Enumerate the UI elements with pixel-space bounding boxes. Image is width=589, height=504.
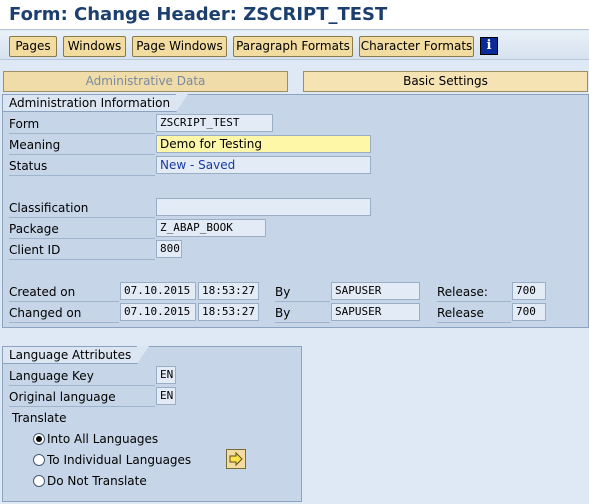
created-by-label: By bbox=[275, 282, 330, 302]
changed-date-field[interactable]: 07.10.2015 bbox=[120, 303, 196, 321]
status-label: Status bbox=[9, 156, 155, 176]
created-release-field[interactable]: 700 bbox=[512, 282, 546, 300]
pages-button[interactable]: Pages bbox=[9, 36, 57, 57]
radio-into-all-languages[interactable] bbox=[33, 433, 45, 445]
radio-to-individual-languages[interactable] bbox=[33, 454, 45, 466]
changed-by-field[interactable]: SAPUSER bbox=[331, 303, 420, 321]
radio-do-not-translate-label[interactable]: Do Not Translate bbox=[47, 471, 147, 491]
language-key-label: Language Key bbox=[9, 366, 155, 386]
changed-on-label: Changed on bbox=[9, 303, 119, 323]
language-attributes-title: Language Attributes bbox=[3, 346, 150, 364]
tab-basic-settings[interactable]: Basic Settings bbox=[303, 71, 588, 92]
changed-release-label: Release bbox=[437, 303, 511, 323]
original-language-label: Original language bbox=[9, 387, 155, 407]
radio-do-not-translate[interactable] bbox=[33, 475, 45, 487]
changed-by-label: By bbox=[275, 303, 330, 323]
title-bar: Form: Change Header: ZSCRIPT_TEST bbox=[0, 0, 589, 30]
language-key-field[interactable]: EN bbox=[156, 366, 176, 384]
created-on-label: Created on bbox=[9, 282, 119, 302]
meaning-input[interactable]: Demo for Testing bbox=[156, 135, 371, 153]
arrow-right-icon[interactable] bbox=[226, 449, 246, 469]
package-field[interactable]: Z_ABAP_BOOK bbox=[156, 219, 266, 237]
form-label: Form bbox=[9, 114, 155, 134]
form-field[interactable]: ZSCRIPT_TEST bbox=[156, 114, 273, 132]
radio-to-individual-languages-label[interactable]: To Individual Languages bbox=[47, 450, 191, 470]
character-formats-button[interactable]: Character Formats bbox=[359, 36, 474, 57]
page-title: Form: Change Header: ZSCRIPT_TEST bbox=[9, 4, 388, 25]
created-time-field[interactable]: 18:53:27 bbox=[198, 282, 259, 300]
classification-label: Classification bbox=[9, 198, 155, 218]
administration-information-title: Administration Information bbox=[3, 94, 189, 112]
client-id-field[interactable]: 800 bbox=[156, 240, 182, 258]
page-windows-button[interactable]: Page Windows bbox=[132, 36, 227, 57]
tab-administrative-data[interactable]: Administrative Data bbox=[3, 71, 288, 92]
changed-release-field[interactable]: 700 bbox=[512, 303, 546, 321]
paragraph-formats-button[interactable]: Paragraph Formats bbox=[233, 36, 353, 57]
package-label: Package bbox=[9, 219, 155, 239]
original-language-field[interactable]: EN bbox=[156, 387, 176, 405]
radio-into-all-languages-label[interactable]: Into All Languages bbox=[47, 429, 158, 449]
info-icon[interactable]: i bbox=[480, 37, 498, 55]
classification-field[interactable] bbox=[156, 198, 371, 216]
windows-button[interactable]: Windows bbox=[63, 36, 126, 57]
application-toolbar: Pages Windows Page Windows Paragraph For… bbox=[0, 31, 589, 60]
status-field: New - Saved bbox=[156, 156, 371, 174]
meaning-label: Meaning bbox=[9, 135, 155, 155]
translate-label: Translate bbox=[12, 411, 67, 425]
created-date-field[interactable]: 07.10.2015 bbox=[120, 282, 196, 300]
client-id-label: Client ID bbox=[9, 240, 155, 260]
created-release-label: Release: bbox=[437, 282, 511, 302]
changed-time-field[interactable]: 18:53:27 bbox=[198, 303, 259, 321]
created-by-field[interactable]: SAPUSER bbox=[331, 282, 420, 300]
